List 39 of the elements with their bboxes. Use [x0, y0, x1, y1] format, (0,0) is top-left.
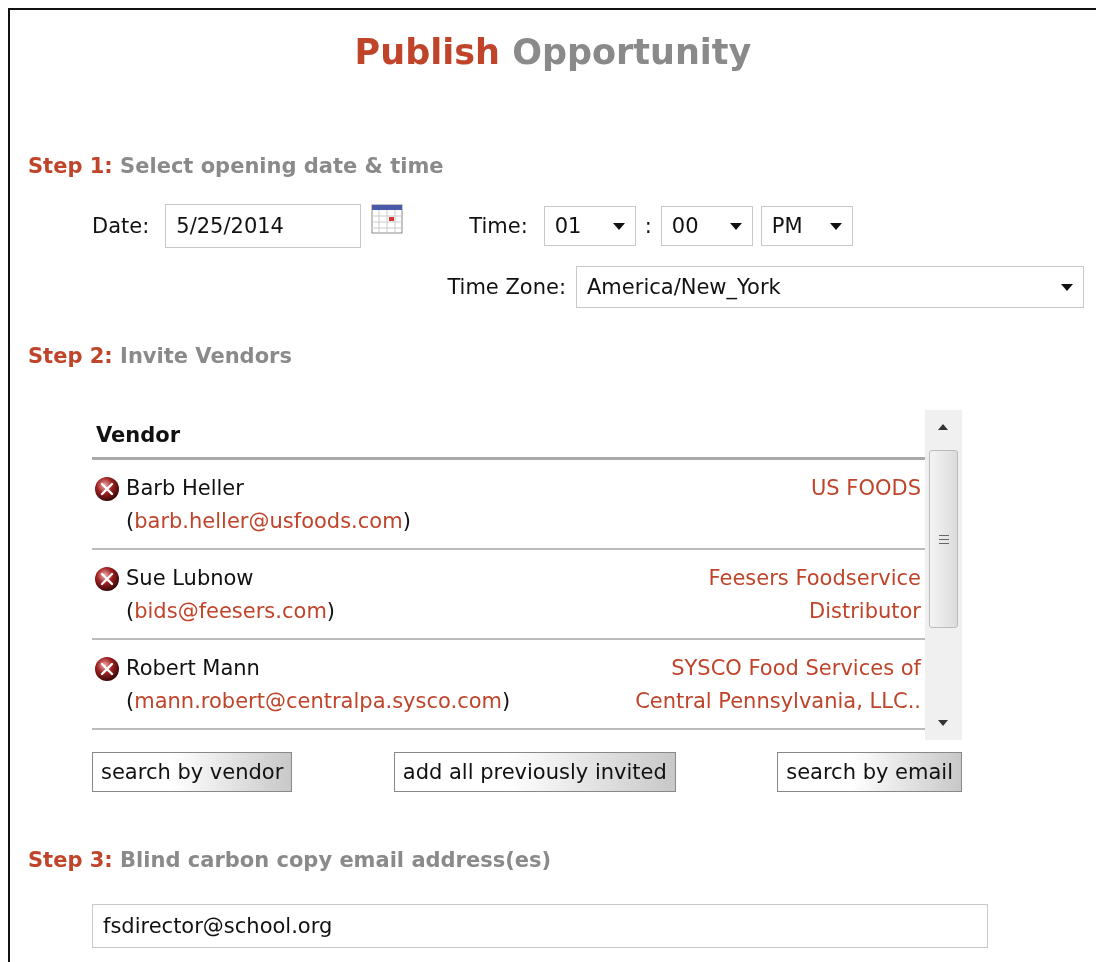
- action-button[interactable]: add all previously invited: [393, 752, 676, 792]
- step-label: Step 2:: [28, 344, 113, 368]
- step-label: Step 1:: [28, 154, 113, 178]
- company-link[interactable]: Feesers Foodservice Distributor: [591, 562, 921, 628]
- step-title: Invite Vendors: [120, 344, 292, 368]
- time-separator: :: [644, 214, 652, 238]
- title-noun: Opportunity: [512, 32, 752, 72]
- vendor-name: Barb Heller: [126, 475, 245, 502]
- action-button[interactable]: search by email: [777, 752, 962, 792]
- vendor-name: Sue Lubnow: [126, 565, 255, 592]
- period-dropdown[interactable]: PM: [760, 206, 853, 246]
- vendor-name: Robert Mann: [126, 655, 261, 682]
- company-link[interactable]: US FOODS: [591, 472, 921, 505]
- minute-dropdown[interactable]: 00: [660, 206, 753, 246]
- email-link[interactable]: bids@feesers.com: [134, 599, 327, 623]
- remove-icon[interactable]: [94, 566, 120, 592]
- date-label: Date:: [92, 214, 150, 238]
- remove-icon[interactable]: [94, 476, 120, 502]
- scrollbar[interactable]: [925, 410, 962, 740]
- column-header: Vendor: [92, 410, 925, 460]
- vendor-email-line: (bids@feesers.com): [126, 598, 337, 625]
- title-verb: Publish: [354, 32, 500, 72]
- bcc-email-field[interactable]: fsdirector@school.org: [92, 904, 988, 948]
- email-link[interactable]: mann.robert@centralpa.sysco.com: [134, 689, 503, 713]
- calendar-icon[interactable]: [371, 204, 404, 234]
- step-title: Select opening date & time: [120, 154, 444, 178]
- hour-dropdown[interactable]: 01: [543, 206, 636, 246]
- email-link[interactable]: barb.heller@usfoods.com: [134, 509, 403, 533]
- vendor-email-line: (mann.robert@centralpa.sysco.com): [126, 688, 512, 715]
- company-link[interactable]: SYSCO Food Services of Central Pennsylvania, LLC..: [591, 652, 921, 718]
- action-button[interactable]: search by vendor: [92, 752, 293, 792]
- step-label: Step 3:: [28, 848, 113, 872]
- time-label: Time:: [469, 214, 528, 238]
- date-field[interactable]: 5/25/2014: [165, 204, 362, 248]
- step-title: Blind carbon copy email address(es): [120, 848, 552, 872]
- time-zone-dropdown[interactable]: America/New_York: [576, 266, 1084, 308]
- remove-icon[interactable]: [94, 656, 120, 682]
- time-zone-label: Time Zone:: [447, 275, 566, 299]
- vendor-email-line: (barb.heller@usfoods.com): [126, 508, 412, 535]
